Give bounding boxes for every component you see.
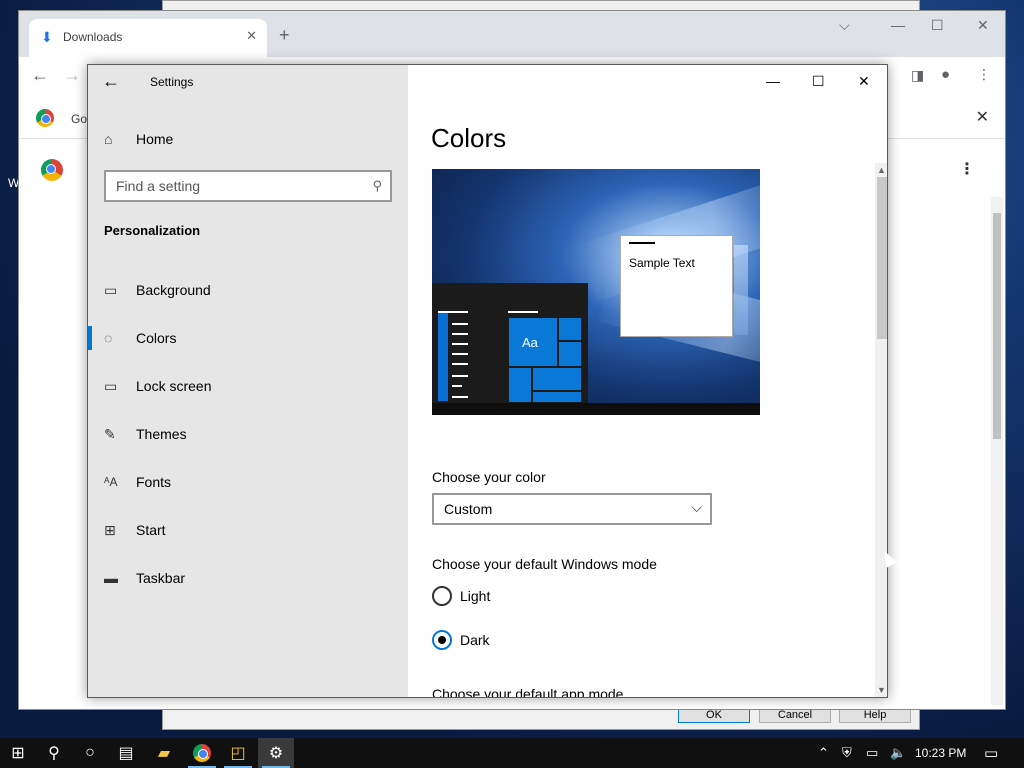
windows-mode-dark-radio[interactable]: Dark [432,629,490,651]
cortana-icon[interactable]: ○ [72,738,108,768]
taskbar-icon: ▬ [104,570,118,586]
windows-mode-label: Choose your default Windows mode [432,556,657,572]
download-icon: ⬇ [41,29,53,45]
bookmark-label[interactable]: Go [71,112,87,126]
new-tab-button[interactable]: + [279,25,290,46]
image-icon: ▭ [104,281,118,298]
close-window-button[interactable]: ✕ [977,17,989,34]
close-icon[interactable]: ✕ [246,28,257,44]
sidebar-icon[interactable]: ◨ [911,67,924,84]
sidebar-item-themes[interactable]: ✎ Themes [104,422,404,446]
app-mode-label: Choose your default app mode [432,686,624,698]
notifications-icon[interactable]: ▭ [984,738,998,768]
themes-icon: ✎ [104,425,116,442]
radio-checked-icon [432,630,452,650]
settings-sidebar: ← Settings ⌂ Home ⚲ Personalization ▭ Ba… [88,65,408,697]
color-dropdown[interactable]: Custom ⌵ [432,493,712,525]
sidebar-item-taskbar[interactable]: ▬ Taskbar [104,566,404,590]
start-button[interactable]: ⊞ [0,738,36,768]
start-icon: ⊞ [104,521,116,538]
settings-window: ← Settings ⌂ Home ⚲ Personalization ▭ Ba… [87,64,888,698]
page-title: Colors [431,123,507,153]
windows-mode-light-radio[interactable]: Light [432,585,490,607]
minimize-button[interactable]: — [766,73,780,89]
search-box[interactable]: ⚲ [104,170,392,202]
close-window-button[interactable]: ✕ [858,73,870,90]
settings-content: — ☐ ✕ Colors Aa Sample Text Choose your … [408,65,887,698]
chevron-down-icon: ⌵ [691,499,702,515]
choose-color-label: Choose your color [432,469,546,485]
content-scrollbar[interactable]: ▲ ▼ [875,163,887,697]
sidebar-item-lock-screen[interactable]: ▭ Lock screen [104,374,404,398]
volume-muted-icon[interactable]: 🔈 [890,738,906,768]
file-explorer-icon[interactable]: ▰ [146,738,182,768]
radio-icon [432,586,452,606]
home-link[interactable]: ⌂ Home [104,129,173,149]
maximize-button[interactable]: ☐ [812,73,825,90]
back-button[interactable]: ← [102,71,120,92]
scroll-up-icon[interactable]: ▲ [877,165,886,175]
network-icon[interactable]: ▭ [866,738,878,768]
scroll-down-icon[interactable]: ▼ [877,685,886,695]
minimize-button[interactable]: — [891,17,905,33]
search-icon: ⚲ [372,178,382,193]
sidebar-item-background[interactable]: ▭ Background [104,278,404,302]
tab-title: Downloads [63,30,123,44]
preview-start-menu [432,283,588,403]
preview-sample-text: Sample Text [629,256,695,270]
chevron-up-icon[interactable]: ⌃ [818,738,829,768]
sidebar-item-colors[interactable]: ◌ Colors [88,326,404,350]
chrome-taskbar-icon[interactable] [184,738,220,768]
chrome-logo-icon [41,159,63,181]
maximize-button[interactable]: ☐ [931,17,944,34]
preview-tile-text: Aa [522,335,538,350]
tab-strip: ⬇ Downloads ✕ + ⌵ — ☐ ✕ [19,11,1005,57]
app-taskbar-icon[interactable]: ◰ [220,738,256,768]
tab-downloads[interactable]: ⬇ Downloads ✕ [29,19,267,57]
google-icon[interactable] [36,109,54,127]
forward-button[interactable]: → [63,65,81,86]
lock-screen-icon: ▭ [104,377,118,394]
sidebar-item-fonts[interactable]: ᴬA Fonts [104,470,404,494]
sidebar-item-start[interactable]: ⊞ Start [104,518,404,542]
chevron-down-icon[interactable]: ⌵ [839,17,850,34]
security-icon[interactable]: ⛨ [842,738,852,768]
task-view-icon[interactable]: ▤ [108,738,144,768]
clock[interactable]: 10:23 PM [915,746,966,760]
window-title: Settings [150,75,194,89]
fonts-icon: ᴬA [104,475,118,489]
more-options-icon[interactable]: ⋮ [959,159,975,179]
section-title: Personalization [104,223,201,238]
color-preview: Aa Sample Text [432,169,760,415]
search-icon[interactable]: ⚲ [36,738,72,768]
menu-icon[interactable]: ⋮ [977,66,991,83]
close-icon[interactable]: ✕ [976,107,989,127]
preview-window: Sample Text [620,235,733,337]
home-label: Home [136,131,174,147]
profile-icon[interactable]: ● [941,66,950,83]
taskbar: ⊞ ⚲ ○ ▤ ▰ ◰ ⚙ ⌃ ⛨ ▭ 🔈 10:23 PM ▭ [0,738,1024,768]
search-input[interactable] [106,172,356,200]
settings-taskbar-icon[interactable]: ⚙ [258,738,294,768]
home-icon: ⌂ [104,131,113,147]
page-scrollbar[interactable] [991,197,1003,705]
color-dropdown-value: Custom [444,501,493,517]
back-button[interactable]: ← [31,65,49,86]
palette-icon: ◌ [104,330,113,346]
